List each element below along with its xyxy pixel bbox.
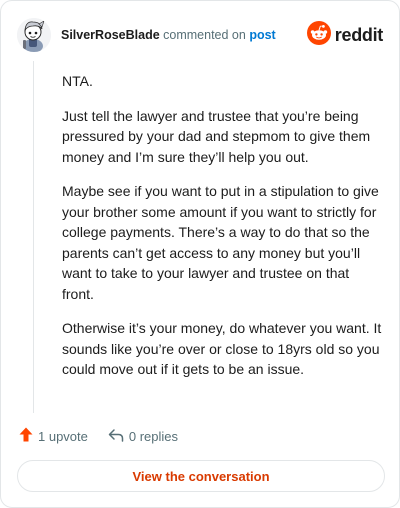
comment-body: NTA. Just tell the lawyer and trustee th… [62, 71, 382, 394]
comment-actions: 1 upvote 0 replies [19, 425, 178, 447]
upvote-arrow-icon [19, 427, 33, 445]
reply-arrow-icon [108, 428, 124, 445]
comment-embed-card: SilverRoseBlade commented on post reddit [0, 0, 400, 508]
post-link[interactable]: post [249, 28, 275, 42]
username-link[interactable]: SilverRoseBlade [61, 28, 160, 42]
replies-button[interactable]: 0 replies [108, 428, 178, 445]
upvote-button[interactable]: 1 upvote [19, 427, 88, 445]
reddit-logo-icon [306, 21, 331, 50]
view-conversation-button[interactable]: View the conversation [17, 460, 385, 492]
thread-line [33, 61, 34, 413]
comment-paragraph: NTA. [62, 73, 93, 89]
replies-count: 0 replies [128, 428, 179, 444]
user-avatar[interactable] [17, 18, 51, 52]
comment-paragraph: Just tell the lawyer and trustee that yo… [62, 107, 371, 165]
byline-action-text: commented on [159, 28, 250, 42]
comment-paragraph: Otherwise it’s your money, do whatever y… [62, 320, 382, 377]
comment-byline: SilverRoseBlade commented on post [61, 28, 276, 42]
comment-header: SilverRoseBlade commented on post reddit [17, 15, 383, 55]
reddit-brand[interactable]: reddit [306, 21, 384, 50]
comment-paragraph: Maybe see if you want to put in a stipul… [62, 183, 379, 302]
upvote-count: 1 upvote [38, 428, 88, 444]
reddit-wordmark: reddit [334, 25, 384, 45]
